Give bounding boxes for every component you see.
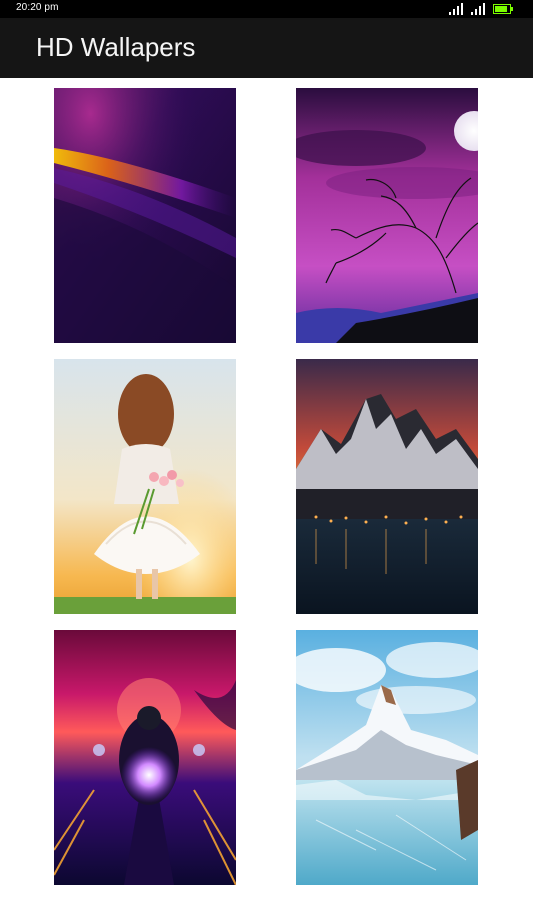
wallpaper-image xyxy=(54,630,236,885)
wallpaper-thumb-purple-tree-moon[interactable] xyxy=(296,88,478,343)
wallpaper-thumb-purple-abstract[interactable] xyxy=(54,88,236,343)
wallpaper-grid xyxy=(0,78,533,900)
status-bar: 20:20 pm xyxy=(0,0,533,18)
wallpaper-thumb-motorcycle-neon[interactable] xyxy=(54,630,236,885)
status-time: 20:20 pm xyxy=(16,2,59,13)
wallpaper-thumb-girl-with-flowers[interactable] xyxy=(54,359,236,614)
status-icons xyxy=(449,3,513,15)
page-title: HD Wallapers xyxy=(36,32,196,62)
app-bar: HD Wallapers xyxy=(0,18,533,78)
battery-fill xyxy=(495,6,507,12)
cell-signal-icon xyxy=(449,3,465,15)
wallpaper-thumb-snowy-mountain-lake[interactable] xyxy=(296,630,478,885)
cell-signal-icon xyxy=(471,3,487,15)
wallpaper-thumb-mountain-lake-town[interactable] xyxy=(296,359,478,614)
battery-icon xyxy=(493,4,513,14)
wallpaper-image xyxy=(54,88,236,343)
wallpaper-image xyxy=(296,630,478,885)
wallpaper-image xyxy=(54,359,236,614)
wallpaper-image xyxy=(296,88,478,343)
wallpaper-image xyxy=(296,359,478,614)
